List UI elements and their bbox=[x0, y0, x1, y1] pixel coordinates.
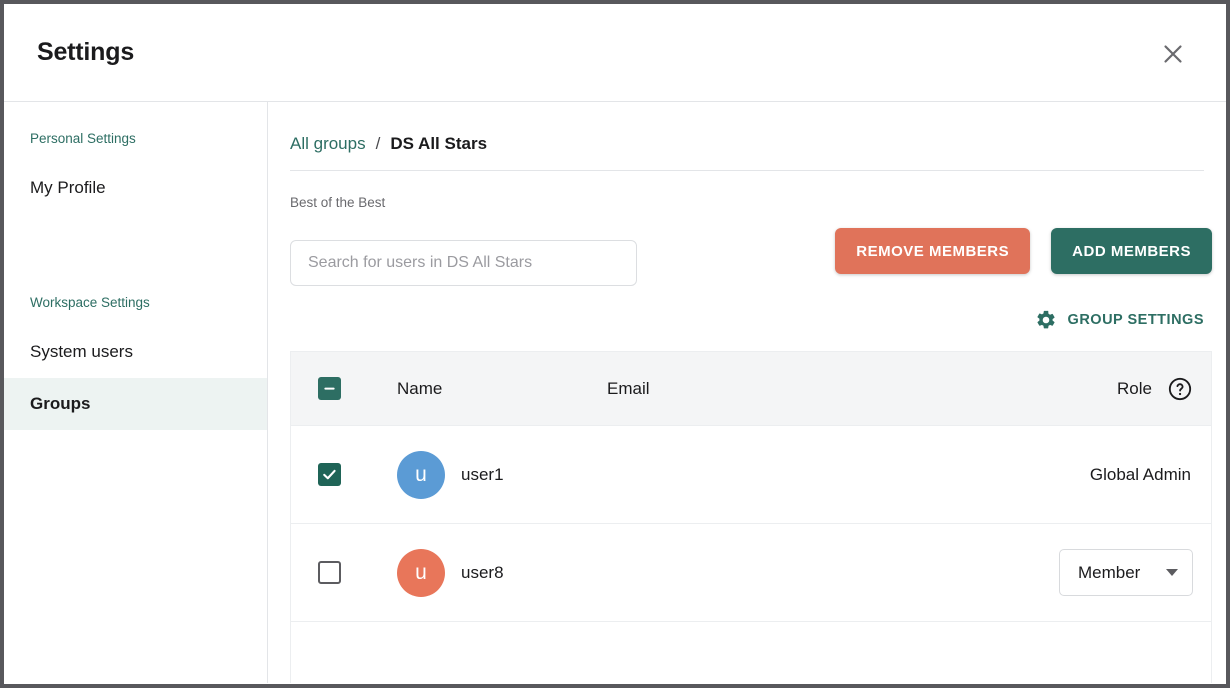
row-name-cell: u user1 bbox=[397, 450, 607, 499]
breadcrumb-all-groups-link[interactable]: All groups bbox=[290, 134, 366, 154]
table-row[interactable]: u user8 Member bbox=[291, 524, 1211, 622]
dialog-body: Personal Settings My Profile Workspace S… bbox=[4, 102, 1226, 683]
table-row[interactable] bbox=[291, 622, 1211, 683]
avatar-initial: u bbox=[415, 462, 427, 486]
row-role-cell: Global Admin bbox=[996, 465, 1211, 485]
column-header-role: Role bbox=[996, 376, 1211, 402]
remove-members-button[interactable]: REMOVE MEMBERS bbox=[835, 228, 1031, 274]
table-header-row: Name Email Role bbox=[291, 352, 1211, 426]
row-select-cell bbox=[291, 463, 397, 486]
settings-dialog: Settings Personal Settings My Profile Wo… bbox=[0, 0, 1230, 688]
row-checkbox[interactable] bbox=[318, 463, 341, 486]
column-header-name: Name bbox=[397, 379, 607, 399]
row-role-cell: Member bbox=[996, 549, 1211, 596]
member-action-buttons: REMOVE MEMBERS ADD MEMBERS bbox=[835, 228, 1212, 274]
sidebar-item-groups[interactable]: Groups bbox=[4, 378, 267, 430]
avatar-initial: u bbox=[415, 560, 427, 584]
column-header-email: Email bbox=[607, 379, 996, 399]
select-all-cell bbox=[291, 377, 397, 400]
group-description: Best of the Best bbox=[290, 195, 386, 210]
group-settings-row[interactable]: GROUP SETTINGS bbox=[268, 294, 1226, 338]
row-select-cell bbox=[291, 561, 397, 584]
row-name-cell: u user8 bbox=[397, 548, 607, 597]
sidebar-section-workspace-label: Workspace Settings bbox=[30, 295, 150, 310]
row-checkbox[interactable] bbox=[318, 561, 341, 584]
avatar: u bbox=[397, 548, 445, 597]
avatar: u bbox=[397, 450, 445, 499]
row-user-name: user8 bbox=[461, 562, 504, 582]
sidebar-item-my-profile[interactable]: My Profile bbox=[4, 162, 267, 214]
breadcrumb-current-group: DS All Stars bbox=[390, 134, 488, 153]
help-circle-icon[interactable] bbox=[1167, 376, 1193, 402]
controls-row: REMOVE MEMBERS ADD MEMBERS bbox=[268, 210, 1226, 294]
main-panel: All groups / DS All Stars Best of the Be… bbox=[268, 102, 1226, 683]
table-row[interactable]: u user1 Global Admin bbox=[291, 426, 1211, 524]
sidebar-item-system-users[interactable]: System users bbox=[4, 326, 267, 378]
column-header-email-label: Email bbox=[607, 378, 650, 398]
sidebar-section-personal-label: Personal Settings bbox=[30, 131, 136, 146]
role-dropdown[interactable]: Member bbox=[1059, 549, 1193, 596]
breadcrumb: All groups / DS All Stars bbox=[268, 102, 1226, 154]
column-header-name-label: Name bbox=[397, 378, 443, 398]
select-all-checkbox[interactable] bbox=[318, 377, 341, 400]
role-dropdown-value: Member bbox=[1078, 562, 1141, 582]
add-members-button[interactable]: ADD MEMBERS bbox=[1051, 228, 1212, 274]
close-icon bbox=[1162, 43, 1184, 65]
search-input[interactable] bbox=[290, 240, 637, 286]
row-role-text: Global Admin bbox=[1089, 464, 1191, 484]
column-header-role-label: Role bbox=[1117, 378, 1152, 398]
close-button[interactable] bbox=[1158, 39, 1188, 69]
row-user-name: user1 bbox=[461, 464, 504, 484]
group-settings-label[interactable]: GROUP SETTINGS bbox=[1068, 312, 1204, 328]
breadcrumb-separator: / bbox=[375, 134, 381, 153]
dialog-header: Settings bbox=[4, 4, 1226, 102]
members-table: Name Email Role u user1 Global Admin u u… bbox=[290, 351, 1212, 683]
gear-icon[interactable] bbox=[1035, 309, 1057, 331]
sidebar: Personal Settings My Profile Workspace S… bbox=[4, 102, 268, 683]
chevron-down-icon bbox=[1166, 569, 1178, 576]
page-title: Settings bbox=[37, 38, 135, 66]
